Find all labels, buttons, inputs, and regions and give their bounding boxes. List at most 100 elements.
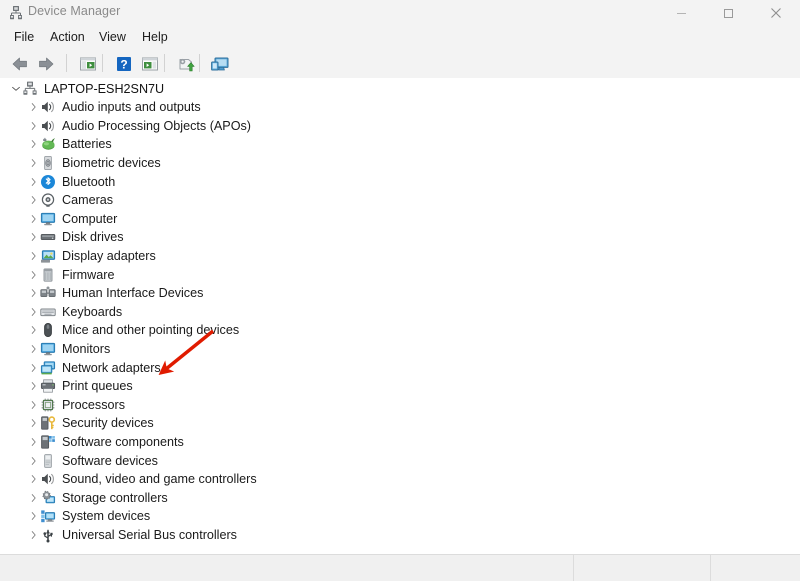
tree-item-storage-controllers[interactable]: Storage controllers <box>0 488 800 507</box>
device-tree-panel[interactable]: LAPTOP-ESH2SN7U Audio inputs and outputs A… <box>0 78 800 555</box>
chevron-right-icon[interactable] <box>28 399 40 411</box>
window-title: Device Manager <box>28 4 121 18</box>
tree-item-system-devices[interactable]: System devices <box>0 507 800 526</box>
chevron-right-icon[interactable] <box>28 194 40 206</box>
chevron-right-icon[interactable] <box>28 138 40 150</box>
tree-item-label: Sound, video and game controllers <box>62 472 257 487</box>
biometric-icon <box>40 155 56 171</box>
hid-icon <box>40 285 56 301</box>
tree-item-keyboards[interactable]: Keyboards <box>0 303 800 322</box>
monitor-icon <box>40 341 56 357</box>
chevron-right-icon[interactable] <box>28 213 40 225</box>
firmware-icon <box>40 267 56 283</box>
tree-root-item[interactable]: LAPTOP-ESH2SN7U <box>0 79 800 98</box>
chevron-right-icon[interactable] <box>28 417 40 429</box>
speaker-icon <box>40 471 56 487</box>
status-separator <box>573 555 574 581</box>
tree-item-label: Display adapters <box>62 249 156 264</box>
tree-item-processors[interactable]: Processors <box>0 396 800 415</box>
close-button[interactable] <box>753 0 799 26</box>
chevron-right-icon[interactable] <box>28 529 40 541</box>
chevron-down-icon[interactable] <box>10 83 22 95</box>
menu-help[interactable]: Help <box>137 29 173 45</box>
properties-icon[interactable] <box>140 54 160 74</box>
tree-item-label: Processors <box>62 397 125 412</box>
title-bar: Device Manager <box>0 0 800 26</box>
chevron-right-icon[interactable] <box>28 250 40 262</box>
toolbar-separator <box>102 54 103 72</box>
disk-drive-icon <box>40 229 56 245</box>
toolbar-separator <box>164 54 165 72</box>
chevron-right-icon[interactable] <box>28 510 40 522</box>
tree-item-universal-serial-bus-controllers[interactable]: Universal Serial Bus controllers <box>0 526 800 545</box>
tree-item-biometric-devices[interactable]: Biometric devices <box>0 154 800 173</box>
tree-item-label: Firmware <box>62 267 115 282</box>
device-tree[interactable]: LAPTOP-ESH2SN7U Audio inputs and outputs A… <box>0 79 800 544</box>
chevron-right-icon[interactable] <box>28 231 40 243</box>
display-adapter-icon <box>40 248 56 264</box>
tree-item-label: Audio Processing Objects (APOs) <box>62 118 251 133</box>
tree-item-sound-video-and-game-controllers[interactable]: Sound, video and game controllers <box>0 470 800 489</box>
tree-item-label: Biometric devices <box>62 156 161 171</box>
computer-root-icon <box>22 81 38 97</box>
tree-item-mice-and-other-pointing-devices[interactable]: Mice and other pointing devices <box>0 321 800 340</box>
tree-item-audio-processing-objects-apos[interactable]: Audio Processing Objects (APOs) <box>0 117 800 136</box>
tree-item-software-components[interactable]: Software components <box>0 433 800 452</box>
chevron-right-icon[interactable] <box>28 492 40 504</box>
menu-view[interactable]: View <box>94 29 131 45</box>
tree-item-human-interface-devices[interactable]: Human Interface Devices <box>0 284 800 303</box>
tree-item-monitors[interactable]: Monitors <box>0 340 800 359</box>
tree-item-label: Software devices <box>62 453 158 468</box>
tree-item-security-devices[interactable]: Security devices <box>0 414 800 433</box>
chevron-right-icon[interactable] <box>28 380 40 392</box>
help-icon[interactable]: ? <box>114 54 134 74</box>
forward-icon[interactable] <box>36 54 56 74</box>
speaker-icon <box>40 118 56 134</box>
tree-item-cameras[interactable]: Cameras <box>0 191 800 210</box>
show-hide-console-tree-icon[interactable] <box>78 54 98 74</box>
battery-icon <box>40 136 56 152</box>
usb-icon <box>40 527 56 543</box>
tree-item-computer[interactable]: Computer <box>0 210 800 229</box>
tree-item-label: Mice and other pointing devices <box>62 323 240 338</box>
keyboard-icon <box>40 304 56 320</box>
tree-item-bluetooth[interactable]: Bluetooth <box>0 172 800 191</box>
tree-item-software-devices[interactable]: Software devices <box>0 451 800 470</box>
toolbar-separator <box>199 54 200 72</box>
maximize-button[interactable] <box>705 0 751 26</box>
chevron-right-icon[interactable] <box>28 306 40 318</box>
menu-file[interactable]: File <box>9 29 39 45</box>
chevron-right-icon[interactable] <box>28 436 40 448</box>
tree-item-label: Print queues <box>62 379 133 394</box>
update-driver-icon[interactable] <box>176 54 196 74</box>
chevron-right-icon[interactable] <box>28 287 40 299</box>
tree-item-print-queues[interactable]: Print queues <box>0 377 800 396</box>
tree-item-firmware[interactable]: Firmware <box>0 265 800 284</box>
tree-item-label: Monitors <box>62 342 111 357</box>
chevron-right-icon[interactable] <box>28 343 40 355</box>
chevron-right-icon[interactable] <box>28 455 40 467</box>
menu-action[interactable]: Action <box>45 29 90 45</box>
chevron-right-icon[interactable] <box>28 473 40 485</box>
chevron-right-icon[interactable] <box>28 324 40 336</box>
chevron-right-icon[interactable] <box>28 176 40 188</box>
tree-item-label: Security devices <box>62 416 154 431</box>
speaker-icon <box>40 99 56 115</box>
chevron-right-icon[interactable] <box>28 269 40 281</box>
chevron-right-icon[interactable] <box>28 157 40 169</box>
tree-item-disk-drives[interactable]: Disk drives <box>0 228 800 247</box>
toolbar: ? <box>0 48 800 79</box>
software-device-icon <box>40 453 56 469</box>
tree-item-display-adapters[interactable]: Display adapters <box>0 247 800 266</box>
tree-item-label: Human Interface Devices <box>62 286 204 301</box>
chevron-right-icon[interactable] <box>28 362 40 374</box>
tree-item-batteries[interactable]: Batteries <box>0 135 800 154</box>
tree-item-network-adapters[interactable]: Network adapters <box>0 358 800 377</box>
back-icon[interactable] <box>10 54 30 74</box>
minimize-button[interactable] <box>658 0 704 26</box>
tree-item-label: Network adapters <box>62 360 161 375</box>
chevron-right-icon[interactable] <box>28 120 40 132</box>
chevron-right-icon[interactable] <box>28 101 40 113</box>
tree-item-audio-inputs-and-outputs[interactable]: Audio inputs and outputs <box>0 98 800 117</box>
scan-hardware-changes-icon[interactable] <box>210 54 230 74</box>
